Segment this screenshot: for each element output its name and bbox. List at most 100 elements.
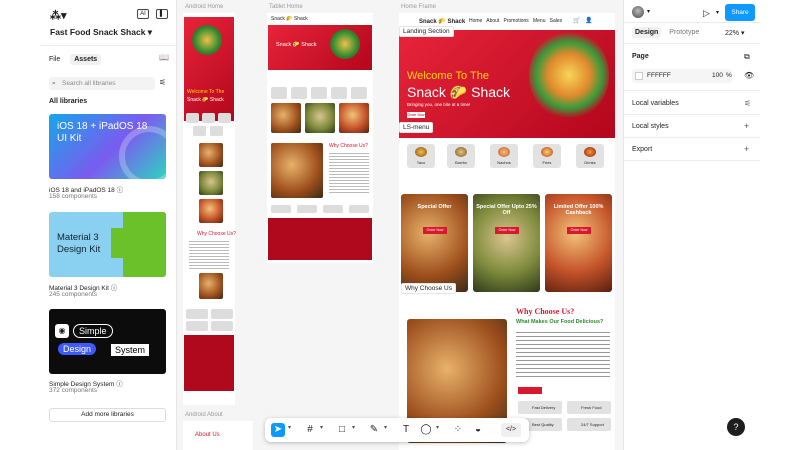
- order-button[interactable]: Order Now: [567, 227, 591, 234]
- frame-label-android-home[interactable]: Android Home: [185, 4, 223, 10]
- user-icon[interactable]: 👤: [585, 17, 592, 24]
- feature-chip: [297, 205, 317, 213]
- page-section-title: Page: [632, 53, 649, 60]
- hero-order-button[interactable]: Order Now: [407, 112, 425, 118]
- android-home-frame[interactable]: Welcome To The Snack 🌮 Shack Why Choose …: [183, 13, 236, 405]
- feature-support: 24/7 Support: [567, 418, 611, 431]
- text-tool-icon[interactable]: T: [399, 423, 413, 437]
- frame-label-tablet-home[interactable]: Tablet Home: [269, 4, 303, 10]
- comment-tool-chevron-icon[interactable]: ▾: [436, 424, 439, 431]
- add-style-icon[interactable]: +: [744, 121, 749, 131]
- tab-file[interactable]: File: [49, 56, 60, 63]
- add-export-icon[interactable]: +: [744, 144, 749, 154]
- plugin-tool-icon[interactable]: ◒: [471, 423, 485, 437]
- tablet-brand: Snack 🌮 Shack: [271, 16, 308, 22]
- dev-mode-icon[interactable]: </>: [501, 423, 521, 437]
- share-button[interactable]: Share: [725, 4, 755, 21]
- canvas[interactable]: Android Home Welcome To The Snack 🌮 Shac…: [177, 0, 623, 450]
- frame-tool-icon[interactable]: #: [303, 423, 317, 437]
- offer-card[interactable]: Limited Offer 100% Cashback Order Now: [545, 194, 612, 292]
- android-hero: Welcome To The Snack 🌮 Shack: [184, 17, 234, 121]
- play-chevron-icon[interactable]: ▾: [716, 9, 719, 16]
- figma-menu-icon[interactable]: ⁂▾: [50, 9, 67, 22]
- android-about-frame[interactable]: About Us: [183, 421, 253, 450]
- offer-card[interactable]: Special Offer Upto 25% Off Order Now: [473, 194, 540, 292]
- ls-menu-tag[interactable]: LS-menu: [399, 122, 434, 133]
- nav-link[interactable]: Sales: [550, 18, 563, 24]
- landing-section-tag[interactable]: Landing Section: [399, 26, 454, 37]
- menu-item-burrito[interactable]: Burrito: [447, 144, 475, 168]
- menu-chip: [202, 113, 215, 123]
- library-book-icon[interactable]: 📖: [159, 53, 169, 62]
- ai-icon[interactable]: AI: [137, 9, 149, 19]
- offer-thumb: [305, 103, 335, 133]
- why-read-more-button[interactable]: [518, 387, 542, 394]
- local-variables-section[interactable]: Local variables: [632, 100, 679, 107]
- home-frame[interactable]: Snack 🌮 Shack Home About Promotions Menu…: [399, 13, 615, 450]
- order-button[interactable]: Order Now: [495, 227, 519, 234]
- menu-item-nachos[interactable]: Nachos: [490, 144, 518, 168]
- menu-label: Fries: [542, 160, 552, 165]
- avatar[interactable]: [632, 6, 644, 18]
- right-tabs: Design Prototype: [632, 27, 705, 38]
- about-heading: About Us: [195, 432, 220, 438]
- why-text-block: [516, 329, 610, 379]
- offer-title: Special Offer: [417, 204, 452, 210]
- why-choose-tag[interactable]: Why Choose Us: [401, 283, 456, 294]
- nav-link[interactable]: About: [486, 18, 499, 24]
- pen-tool-chevron-icon[interactable]: ▾: [384, 424, 387, 431]
- library-cover-ios[interactable]: iOS 18 + iPadOS 18 UI Kit: [49, 114, 166, 179]
- page-color-value[interactable]: FFFFFF: [647, 69, 671, 83]
- shape-tool-icon[interactable]: □: [335, 423, 349, 437]
- why-heading-small: Why Choose Us?: [197, 231, 236, 237]
- color-swatch[interactable]: [635, 72, 643, 80]
- actions-tool-icon[interactable]: ⁘: [451, 423, 465, 437]
- offer-thumb: [339, 103, 369, 133]
- search-placeholder: Search all libraries: [62, 80, 116, 87]
- local-styles-section[interactable]: Local styles: [632, 123, 669, 130]
- page-opacity-value[interactable]: 100: [712, 69, 723, 83]
- file-title[interactable]: Fast Food Snack Shack ▾: [50, 27, 152, 38]
- menu-item-taco[interactable]: Taco: [407, 144, 435, 168]
- comment-tool-icon[interactable]: ◯: [419, 423, 433, 437]
- cart-icon[interactable]: 🛒: [573, 17, 580, 24]
- tablet-why-heading: Why Choose Us?: [329, 143, 368, 149]
- shape-tool-chevron-icon[interactable]: ▾: [352, 424, 355, 431]
- library-cover-material[interactable]: Material 3 Design Kit: [49, 212, 166, 277]
- menu-chip: [311, 87, 327, 99]
- avatar-chevron-icon[interactable]: ▾: [647, 8, 650, 15]
- variables-settings-icon[interactable]: ⚟: [744, 99, 751, 108]
- nav-link[interactable]: Menu: [533, 18, 546, 24]
- tab-design[interactable]: Design: [632, 27, 662, 38]
- taco-icon: [415, 147, 427, 157]
- frame-label-android-about[interactable]: Android About: [185, 412, 223, 418]
- frame-label-home-frame[interactable]: Home Frame: [401, 4, 436, 10]
- page-color-field[interactable]: FFFFFF 100 %: [632, 69, 732, 83]
- offer-card[interactable]: Special Offer Order Now: [401, 194, 468, 292]
- tablet-footer: [268, 218, 372, 260]
- panel-toggle-icon[interactable]: ▌: [156, 9, 168, 19]
- nav-link[interactable]: Promotions: [504, 18, 529, 24]
- help-button[interactable]: ?: [727, 418, 745, 436]
- menu-item-fries[interactable]: Fries: [533, 144, 561, 168]
- add-more-libraries-button[interactable]: Add more libraries: [49, 408, 166, 422]
- tab-prototype[interactable]: Prototype: [669, 29, 699, 36]
- pen-tool-icon[interactable]: ✎: [367, 423, 381, 437]
- order-button[interactable]: Order Now: [423, 227, 447, 234]
- tablet-hero: Snack 🌮 Shack: [268, 25, 372, 70]
- library-cover-simple[interactable]: ◉ Simple Design System: [49, 309, 166, 374]
- move-tool-icon[interactable]: ➤: [271, 423, 285, 437]
- tablet-home-frame[interactable]: Snack 🌮 Shack Snack 🌮 Shack Why Choose U…: [267, 13, 373, 263]
- filter-icon[interactable]: ⚟: [159, 78, 166, 87]
- nav-link[interactable]: Home: [469, 18, 482, 24]
- search-input[interactable]: ⌕ Search all libraries: [49, 77, 155, 90]
- page-settings-icon[interactable]: ⧉: [744, 52, 750, 62]
- frame-tool-chevron-icon[interactable]: ▾: [320, 424, 323, 431]
- play-icon[interactable]: ▷: [703, 8, 710, 19]
- tab-assets[interactable]: Assets: [70, 54, 102, 65]
- menu-item-drinks[interactable]: Drinks: [576, 144, 604, 168]
- move-tool-chevron-icon[interactable]: ▾: [288, 424, 291, 431]
- eye-icon[interactable]: 👁: [744, 71, 754, 80]
- zoom-control[interactable]: 22% ▾: [725, 29, 744, 37]
- export-section[interactable]: Export: [632, 146, 652, 153]
